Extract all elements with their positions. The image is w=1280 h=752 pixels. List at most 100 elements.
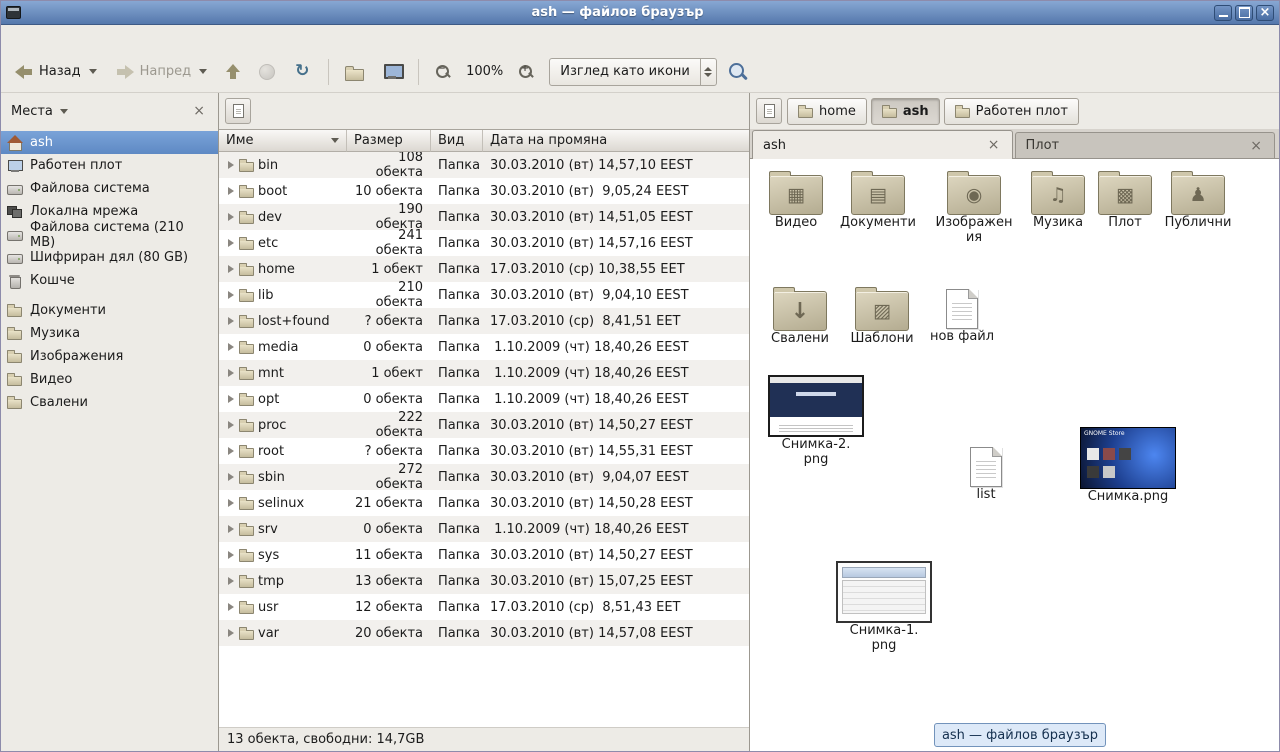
- table-row[interactable]: boot 10 обекта Папка 30.03.2010 (вт) 9,0…: [219, 178, 749, 204]
- zoom-in-button[interactable]: +: [510, 58, 542, 86]
- icon-view-item[interactable]: GNOME Store Снимка.png: [1074, 427, 1182, 504]
- table-row[interactable]: opt 0 обекта Папка 1.10.2009 (чт) 18,40,…: [219, 386, 749, 412]
- location-toggle-button[interactable]: [225, 98, 251, 124]
- icon-view-item[interactable]: Публични: [1158, 167, 1238, 230]
- expander-icon[interactable]: [227, 421, 235, 430]
- table-row[interactable]: media 0 обекта Папка 1.10.2009 (чт) 18,4…: [219, 334, 749, 360]
- sidebar-item[interactable]: Музика: [1, 322, 218, 345]
- stop-button[interactable]: [251, 58, 283, 86]
- icon-view-item[interactable]: Снимка-2. png: [764, 375, 868, 467]
- icon-view[interactable]: Видео Документи Изображен ия: [750, 159, 1279, 751]
- table-row[interactable]: bin 108 обекта Папка 30.03.2010 (вт) 14,…: [219, 152, 749, 178]
- icon-view-item[interactable]: Свалени: [760, 283, 840, 346]
- view-mode-combobox[interactable]: Изглед като икони: [549, 58, 717, 86]
- menu-item[interactable]: [75, 25, 93, 51]
- icon-view-item[interactable]: Документи: [838, 167, 918, 230]
- sidebar-item[interactable]: Изображения: [1, 345, 218, 368]
- tab-close-icon[interactable]: [986, 138, 1002, 152]
- icon-view-item[interactable]: Изображен ия: [934, 167, 1014, 245]
- expander-icon[interactable]: [227, 187, 235, 196]
- table-row[interactable]: srv 0 обекта Папка 1.10.2009 (чт) 18,40,…: [219, 516, 749, 542]
- menu-item[interactable]: [3, 25, 21, 51]
- column-header[interactable]: Дата на промяна: [483, 130, 749, 152]
- search-button[interactable]: [720, 56, 756, 88]
- sidebar-item[interactable]: Кошче: [1, 269, 218, 292]
- icon-view-item[interactable]: Музика: [1022, 167, 1094, 230]
- table-row[interactable]: etc 241 обекта Папка 30.03.2010 (вт) 14,…: [219, 230, 749, 256]
- titlebar[interactable]: ash — файлов браузър: [1, 1, 1279, 25]
- expander-icon[interactable]: [227, 629, 235, 638]
- maximize-button[interactable]: [1235, 5, 1253, 21]
- table-row[interactable]: sys 11 обекта Папка 30.03.2010 (вт) 14,5…: [219, 542, 749, 568]
- expander-icon[interactable]: [227, 395, 235, 404]
- zoom-out-button[interactable]: −: [427, 58, 459, 86]
- table-row[interactable]: dev 190 обекта Папка 30.03.2010 (вт) 14,…: [219, 204, 749, 230]
- table-row[interactable]: usr 12 обекта Папка 17.03.2010 (ср) 8,51…: [219, 594, 749, 620]
- minimize-button[interactable]: [1214, 5, 1232, 21]
- expander-icon[interactable]: [227, 343, 235, 352]
- expander-icon[interactable]: [227, 525, 235, 534]
- up-button[interactable]: [218, 58, 248, 86]
- table-row[interactable]: selinux 21 обекта Папка 30.03.2010 (вт) …: [219, 490, 749, 516]
- sidebar-item[interactable]: ash: [1, 131, 218, 154]
- table-row[interactable]: proc 222 обекта Папка 30.03.2010 (вт) 14…: [219, 412, 749, 438]
- table-row[interactable]: home 1 обект Папка 17.03.2010 (ср) 10,38…: [219, 256, 749, 282]
- sidebar-item[interactable]: Файлова система: [1, 177, 218, 200]
- tab[interactable]: Плот: [1015, 132, 1276, 158]
- back-button[interactable]: Назад: [7, 58, 105, 85]
- column-header[interactable]: Вид: [431, 130, 483, 152]
- sidebar-item[interactable]: Шифриран дял (80 GB): [1, 246, 218, 269]
- icon-view-item[interactable]: Плот: [1092, 167, 1158, 230]
- sidebar-item[interactable]: Видео: [1, 368, 218, 391]
- sidebar-dropdown-icon[interactable]: [60, 109, 68, 114]
- expander-icon[interactable]: [227, 265, 235, 274]
- sidebar-close-icon[interactable]: [190, 103, 208, 119]
- expander-icon[interactable]: [227, 577, 235, 586]
- expander-icon[interactable]: [227, 499, 235, 508]
- back-dropdown-icon[interactable]: [89, 69, 97, 74]
- breadcrumb-button[interactable]: ash: [871, 98, 940, 125]
- tab-close-icon[interactable]: [1248, 139, 1264, 153]
- menu-item[interactable]: [93, 25, 111, 51]
- expander-icon[interactable]: [227, 291, 235, 300]
- table-row[interactable]: mnt 1 обект Папка 1.10.2009 (чт) 18,40,2…: [219, 360, 749, 386]
- breadcrumb-button[interactable]: Работен плот: [944, 98, 1079, 125]
- breadcrumb-button[interactable]: home: [787, 98, 867, 125]
- expander-icon[interactable]: [227, 369, 235, 378]
- icon-view-item[interactable]: Снимка-1. png: [830, 561, 938, 653]
- expander-icon[interactable]: [227, 161, 235, 170]
- expander-icon[interactable]: [227, 239, 235, 248]
- computer-button[interactable]: [375, 57, 410, 86]
- table-row[interactable]: lib 210 обекта Папка 30.03.2010 (вт) 9,0…: [219, 282, 749, 308]
- reload-button[interactable]: [286, 57, 320, 87]
- forward-button[interactable]: Напред: [108, 58, 215, 85]
- pathbar-toggle-button[interactable]: [756, 98, 782, 124]
- combo-spinner[interactable]: [700, 59, 716, 85]
- menu-item[interactable]: [57, 25, 75, 51]
- table-row[interactable]: root ? обекта Папка 30.03.2010 (вт) 14,5…: [219, 438, 749, 464]
- tab[interactable]: ash: [752, 130, 1013, 159]
- icon-view-item[interactable]: list: [946, 441, 1026, 502]
- close-button[interactable]: [1256, 5, 1274, 21]
- expander-icon[interactable]: [227, 551, 235, 560]
- expander-icon[interactable]: [227, 603, 235, 612]
- sidebar-item[interactable]: Работен плот: [1, 154, 218, 177]
- sidebar-item[interactable]: Документи: [1, 299, 218, 322]
- table-row[interactable]: lost+found ? обекта Папка 17.03.2010 (ср…: [219, 308, 749, 334]
- home-button[interactable]: [337, 58, 372, 86]
- expander-icon[interactable]: [227, 317, 235, 326]
- sidebar-item[interactable]: Свалени: [1, 391, 218, 414]
- icon-view-item[interactable]: Шаблони: [842, 283, 922, 346]
- expander-icon[interactable]: [227, 213, 235, 222]
- column-header[interactable]: Размер: [347, 130, 431, 152]
- expander-icon[interactable]: [227, 473, 235, 482]
- table-row[interactable]: var 20 обекта Папка 30.03.2010 (вт) 14,5…: [219, 620, 749, 646]
- window-list-button[interactable]: ash — файлов браузър: [934, 723, 1106, 747]
- sidebar-item[interactable]: Файлова система (210 MB): [1, 223, 218, 246]
- menu-item[interactable]: [39, 25, 57, 51]
- table-row[interactable]: sbin 272 обекта Папка 30.03.2010 (вт) 9,…: [219, 464, 749, 490]
- sidebar-title[interactable]: Места: [11, 104, 53, 119]
- expander-icon[interactable]: [227, 447, 235, 456]
- column-header[interactable]: Име: [219, 130, 347, 152]
- table-row[interactable]: tmp 13 обекта Папка 30.03.2010 (вт) 15,0…: [219, 568, 749, 594]
